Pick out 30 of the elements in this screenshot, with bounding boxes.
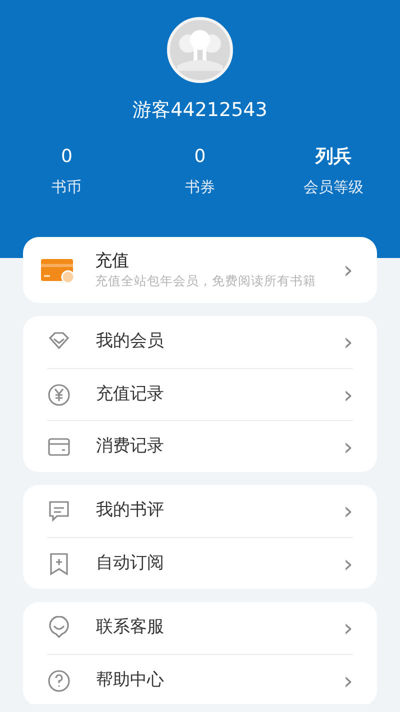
menu-item[interactable]: 消费记录 ›: [47, 420, 353, 472]
yen-icon: [47, 382, 71, 406]
chevron-icon: ›: [343, 499, 353, 523]
chevron-icon: ›: [343, 616, 353, 640]
chat-smile-icon: [47, 616, 71, 640]
bookmark-plus-icon: [47, 552, 71, 576]
stat-value: 0: [60, 144, 74, 168]
card-icon: [41, 257, 75, 283]
username: 游客44212543: [132, 98, 268, 123]
chevron-icon: ›: [343, 668, 353, 692]
comment-icon: [47, 499, 71, 523]
menu-item[interactable]: 联系客服 ›: [47, 602, 353, 654]
menu-item[interactable]: 充值记录 ›: [47, 368, 353, 420]
menu-item[interactable]: 我的书评 ›: [47, 485, 353, 537]
recharge-card[interactable]: 充值 充值全站包年会员，免费阅读所有书籍 ›: [23, 237, 377, 303]
help-icon: [47, 668, 71, 692]
stat-label: 会员等级: [302, 176, 364, 198]
stat-label: 书币: [50, 176, 83, 198]
stat-value: 列兵: [314, 144, 352, 168]
chevron-icon: ›: [343, 552, 353, 576]
menu-item[interactable]: 我的会员 ›: [47, 316, 353, 368]
menu-item[interactable]: 自动订阅 ›: [47, 537, 353, 589]
recharge-title: 充值: [95, 250, 130, 272]
chevron-icon: ›: [343, 330, 353, 354]
stat-value: 0: [193, 144, 207, 168]
stat-label: 书券: [184, 176, 216, 198]
recharge-subtitle: 充值全站包年会员，免费阅读所有书籍: [95, 272, 317, 290]
chevron-icon: ›: [343, 258, 353, 282]
chevron-icon: ›: [343, 382, 353, 406]
chevron-icon: ›: [343, 434, 353, 458]
